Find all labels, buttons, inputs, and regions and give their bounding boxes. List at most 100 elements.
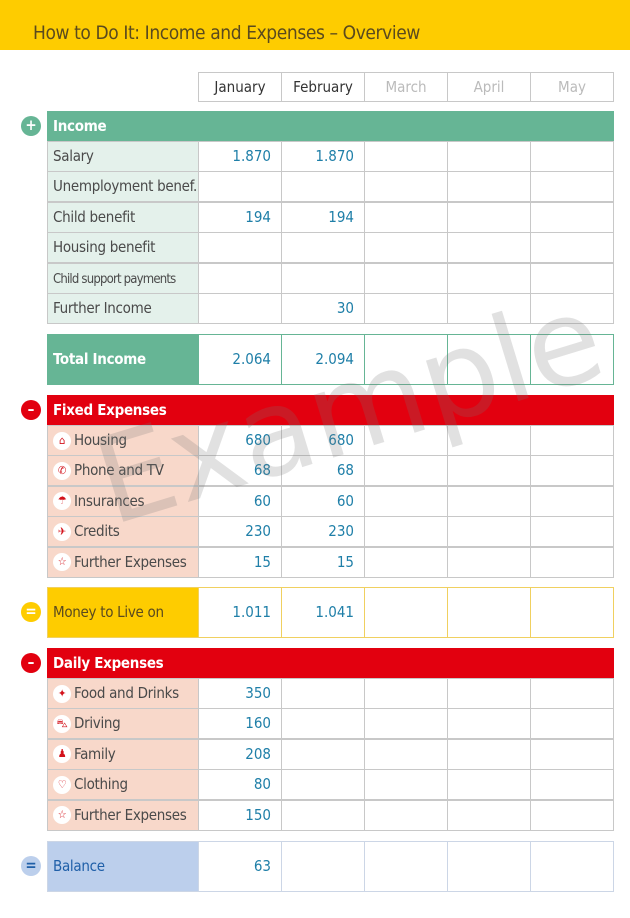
fixed-expenses-value-cell[interactable] bbox=[447, 546, 531, 578]
daily-expenses-value-cell[interactable] bbox=[364, 769, 448, 801]
income-row-label: Child benefit bbox=[47, 201, 199, 233]
income-value-cell[interactable] bbox=[447, 141, 531, 172]
fixed-expenses-value-cell[interactable]: 680 bbox=[281, 425, 365, 456]
fixed-expenses-value-cell[interactable]: 60 bbox=[281, 485, 365, 517]
income-value-cell[interactable] bbox=[530, 262, 614, 294]
income-value-cell[interactable] bbox=[364, 141, 448, 172]
row-label-text: Salary bbox=[53, 147, 94, 165]
fixed-expenses-value-cell[interactable]: 68 bbox=[281, 455, 365, 487]
income-value-cell[interactable] bbox=[364, 201, 448, 233]
income-value-cell[interactable] bbox=[447, 201, 531, 233]
daily-expenses-value-cell[interactable] bbox=[530, 799, 614, 831]
income-value-cell[interactable] bbox=[198, 171, 282, 203]
daily-expenses-value-cell[interactable] bbox=[530, 708, 614, 740]
fixed-expenses-value-cell[interactable] bbox=[530, 455, 614, 487]
income-value-cell[interactable] bbox=[364, 171, 448, 203]
fixed-expenses-value-cell[interactable] bbox=[530, 546, 614, 578]
daily-expenses-value-cell[interactable]: 160 bbox=[198, 708, 282, 740]
daily-expenses-row-label: ✦ Food and Drinks bbox=[47, 678, 199, 709]
daily-expenses-value-cell[interactable]: 150 bbox=[198, 799, 282, 831]
balance-value-cell bbox=[281, 841, 365, 892]
income-value-cell[interactable] bbox=[364, 262, 448, 294]
fixed-expenses-value-cell[interactable] bbox=[447, 485, 531, 517]
daily-expenses-value-cell[interactable]: 80 bbox=[198, 769, 282, 801]
income-value-cell[interactable]: 194 bbox=[281, 201, 365, 233]
fixed-expenses-value-cell[interactable] bbox=[364, 425, 448, 456]
daily-expenses-value-cell[interactable] bbox=[364, 708, 448, 740]
fixed-expenses-value-cell[interactable] bbox=[364, 485, 448, 517]
month-header-february: February bbox=[281, 72, 365, 102]
income-value-cell[interactable] bbox=[530, 201, 614, 233]
fixed-expenses-row-label: ☂ Insurances bbox=[47, 485, 199, 517]
daily-expenses-value-cell[interactable] bbox=[281, 738, 365, 770]
income-value-cell[interactable]: 194 bbox=[198, 201, 282, 233]
fixed-expenses-value-cell[interactable] bbox=[364, 546, 448, 578]
income-value-cell[interactable] bbox=[198, 232, 282, 264]
income-value-cell[interactable] bbox=[447, 171, 531, 203]
daily-expenses-value-cell[interactable] bbox=[281, 769, 365, 801]
daily-expenses-value-cell[interactable] bbox=[530, 769, 614, 801]
fixed-expenses-value-cell[interactable] bbox=[364, 455, 448, 487]
income-value-cell[interactable] bbox=[530, 141, 614, 172]
total-income-value-cell bbox=[364, 334, 448, 385]
income-value-cell[interactable] bbox=[530, 232, 614, 264]
income-value-cell[interactable] bbox=[281, 171, 365, 203]
daily-expenses-section-header: Daily Expenses bbox=[47, 648, 614, 678]
daily-expenses-value-cell[interactable] bbox=[530, 678, 614, 709]
fixed-expenses-value-cell[interactable]: 15 bbox=[281, 546, 365, 578]
income-value-cell[interactable] bbox=[364, 293, 448, 324]
star-icon: ☆ bbox=[53, 806, 71, 825]
daily-expenses-value-cell[interactable] bbox=[447, 708, 531, 740]
income-value-cell[interactable] bbox=[447, 262, 531, 294]
income-row-label: Further Income bbox=[47, 293, 199, 324]
daily-expenses-value-cell[interactable] bbox=[447, 738, 531, 770]
row-label-text: Clothing bbox=[74, 775, 128, 794]
row-label-text: Further Expenses bbox=[74, 552, 187, 571]
fixed-expenses-value-cell[interactable]: 68 bbox=[198, 455, 282, 487]
fixed-expenses-value-cell[interactable] bbox=[530, 425, 614, 456]
income-value-cell[interactable]: 1.870 bbox=[281, 141, 365, 172]
daily-expenses-value-cell[interactable] bbox=[447, 799, 531, 831]
income-value-cell[interactable]: 30 bbox=[281, 293, 365, 324]
fixed-expenses-value-cell[interactable] bbox=[447, 425, 531, 456]
fixed-expenses-value-cell[interactable] bbox=[530, 485, 614, 517]
month-header-march: March bbox=[364, 72, 448, 102]
fixed-expenses-row-label: ☆ Further Expenses bbox=[47, 546, 199, 578]
income-value-cell[interactable] bbox=[281, 262, 365, 294]
shirt-icon: ♡ bbox=[53, 775, 71, 794]
fixed-expenses-value-cell[interactable]: 230 bbox=[281, 516, 365, 548]
daily-expenses-value-cell[interactable] bbox=[281, 799, 365, 831]
daily-expenses-value-cell[interactable] bbox=[364, 799, 448, 831]
daily-expenses-value-cell[interactable] bbox=[447, 769, 531, 801]
income-value-cell[interactable] bbox=[447, 232, 531, 264]
daily-expenses-value-cell[interactable] bbox=[364, 678, 448, 709]
fixed-expenses-value-cell[interactable]: 680 bbox=[198, 425, 282, 456]
fixed-expenses-value-cell[interactable]: 230 bbox=[198, 516, 282, 548]
daily-expenses-value-cell[interactable] bbox=[281, 678, 365, 709]
daily-expenses-value-cell[interactable]: 350 bbox=[198, 678, 282, 709]
fixed-expenses-value-cell[interactable] bbox=[447, 455, 531, 487]
income-value-cell[interactable] bbox=[281, 232, 365, 264]
car-icon: ⛍ bbox=[53, 714, 71, 733]
income-value-cell[interactable] bbox=[530, 293, 614, 324]
income-value-cell[interactable] bbox=[198, 293, 282, 324]
fixed-expenses-sign-icon: – bbox=[21, 400, 41, 420]
daily-expenses-value-cell[interactable] bbox=[281, 708, 365, 740]
fixed-expenses-value-cell[interactable] bbox=[364, 516, 448, 548]
fixed-expenses-value-cell[interactable]: 60 bbox=[198, 485, 282, 517]
daily-expenses-value-cell[interactable] bbox=[447, 678, 531, 709]
fixed-expenses-value-cell[interactable] bbox=[530, 516, 614, 548]
money-value-cell bbox=[447, 587, 531, 638]
daily-expenses-value-cell[interactable] bbox=[530, 738, 614, 770]
daily-expenses-row-label: ♟ Family bbox=[47, 738, 199, 770]
income-value-cell[interactable]: 1.870 bbox=[198, 141, 282, 172]
income-value-cell[interactable] bbox=[530, 171, 614, 203]
fixed-expenses-value-cell[interactable]: 15 bbox=[198, 546, 282, 578]
income-value-cell[interactable] bbox=[198, 262, 282, 294]
fixed-expenses-value-cell[interactable] bbox=[447, 516, 531, 548]
daily-expenses-value-cell[interactable]: 208 bbox=[198, 738, 282, 770]
income-value-cell[interactable] bbox=[364, 232, 448, 264]
row-label-text: Phone and TV bbox=[74, 461, 164, 480]
daily-expenses-value-cell[interactable] bbox=[364, 738, 448, 770]
income-value-cell[interactable] bbox=[447, 293, 531, 324]
